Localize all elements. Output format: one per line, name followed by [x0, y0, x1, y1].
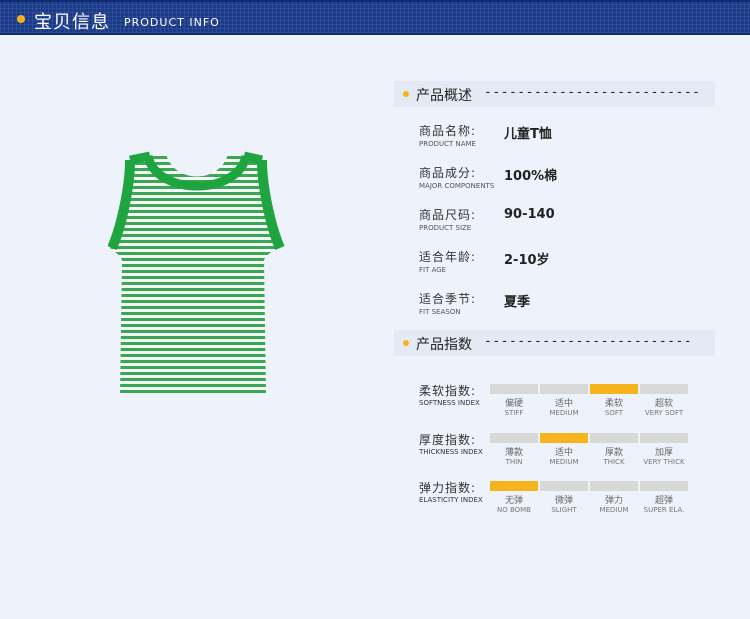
index-option-label-en: THICK	[603, 458, 625, 466]
header-subtitle: PRODUCT INFO	[124, 16, 220, 29]
index-option-label: 薄款	[504, 448, 523, 458]
index-option-label: 加厚	[654, 448, 673, 458]
index-option: 微弹 SLIGHT	[540, 481, 588, 515]
overview-title: 产品概述	[416, 88, 472, 104]
index-option-label-en: SLIGHT	[551, 506, 577, 514]
index-option-label-en: STIFF	[504, 409, 524, 417]
index-option: 适中 MEDIUM	[540, 384, 588, 418]
dashed-divider: -------------------------	[484, 334, 693, 349]
spec-value: 儿童T恤	[504, 127, 552, 142]
spec-label: 商品成分:	[419, 166, 477, 180]
index-option-label: 厚款	[604, 448, 623, 458]
index-option-label: 柔软	[604, 399, 623, 409]
index-option: 无弹 NO BOMB	[490, 481, 538, 515]
overview-section-heading: 产品概述 --------------------------	[394, 81, 715, 107]
index-option-label: 弹力	[604, 496, 623, 506]
dashed-divider: --------------------------	[484, 85, 701, 100]
spec-label: 商品名称:	[419, 124, 477, 138]
index-option-label: 微弹	[554, 496, 573, 506]
index-option-label: 适中	[554, 448, 573, 458]
index-option-label: 超软	[654, 399, 673, 409]
spec-label: 适合季节:	[419, 292, 477, 306]
index-option: 超弹 SUPER ELA.	[640, 481, 688, 515]
spec-value: 夏季	[504, 295, 531, 310]
header-title: 宝贝信息	[34, 12, 110, 33]
index-option-label: 偏硬	[504, 399, 523, 409]
index-option-label-en: SOFT	[604, 409, 624, 417]
bullet-dot-icon	[403, 340, 409, 346]
spec-row-season: 适合季节: FIT SEASON 夏季	[419, 290, 719, 320]
spec-row-size: 商品尺码: PRODUCT SIZE 90-140	[419, 206, 719, 236]
index-option-label-en: MEDIUM	[549, 458, 579, 466]
index-bar	[640, 384, 688, 394]
index-option: 薄款 THIN	[490, 433, 538, 467]
index-bar-selected	[490, 481, 538, 491]
spec-label: 商品尺码:	[419, 208, 477, 222]
index-option: 超软 VERY SOFT	[640, 384, 688, 418]
bullet-dot-icon	[17, 15, 25, 23]
index-bar	[540, 384, 588, 394]
spec-value: 90-140	[504, 207, 555, 222]
index-label: 厚度指数:	[419, 433, 477, 447]
index-row: 厚度指数: THICKNESS INDEX 薄款 THIN 适中 MEDIUM 厚款 THIC…	[419, 431, 719, 471]
index-row: 弹力指数: ELASTICITY INDEX 无弹 NO BOMB 微弹 SLIGHT 弹力…	[419, 479, 719, 519]
spec-label-en: MAJOR COMPONENTS	[419, 182, 495, 190]
index-option-label-en: MEDIUM	[599, 506, 629, 514]
index-label-en: THICKNESS INDEX	[419, 448, 483, 456]
index-option: 加厚 VERY THICK	[640, 433, 688, 467]
index-option-label-en: NO BOMB	[496, 506, 531, 514]
index-bar	[490, 384, 538, 394]
index-label: 弹力指数:	[419, 481, 477, 495]
spec-row-name: 商品名称: PRODUCT NAME 儿童T恤	[419, 122, 719, 152]
index-option-label: 无弹	[504, 496, 523, 506]
index-option-label-en: VERY THICK	[643, 458, 685, 466]
index-row: 柔软指数: SOFTNESS INDEX 偏硬 STIFF 适中 MEDIUM 柔软 SOFT…	[419, 382, 719, 422]
bullet-dot-icon	[403, 91, 409, 97]
index-option-label: 适中	[554, 399, 573, 409]
index-option-label-en: SUPER ELA.	[643, 506, 685, 514]
spec-value: 2-10岁	[504, 253, 550, 268]
spec-label-en: FIT AGE	[419, 266, 447, 274]
index-bar	[640, 433, 688, 443]
indices-title: 产品指数	[416, 337, 472, 353]
index-bar-selected	[590, 384, 638, 394]
index-bar	[540, 481, 588, 491]
index-option-label-en: VERY SOFT	[644, 409, 684, 417]
spec-row-components: 商品成分: MAJOR COMPONENTS 100%棉	[419, 164, 719, 194]
index-option-label-en: THIN	[505, 458, 523, 466]
index-option: 厚款 THICK	[590, 433, 638, 467]
index-option: 偏硬 STIFF	[490, 384, 538, 418]
index-option: 弹力 MEDIUM	[590, 481, 638, 515]
index-bar	[640, 481, 688, 491]
spec-label-en: FIT SEASON	[419, 308, 461, 316]
spec-value: 100%棉	[504, 169, 558, 184]
index-option-label-en: MEDIUM	[549, 409, 579, 417]
index-bar	[490, 433, 538, 443]
index-option-label: 超弹	[654, 496, 673, 506]
product-image	[108, 151, 285, 394]
spec-row-age: 适合年龄: FIT AGE 2-10岁	[419, 248, 719, 278]
index-label: 柔软指数:	[419, 384, 477, 398]
index-bar	[590, 433, 638, 443]
section-header-banner: 宝贝信息 PRODUCT INFO	[0, 0, 750, 35]
spec-label-en: PRODUCT NAME	[419, 140, 476, 148]
index-label-en: ELASTICITY INDEX	[419, 496, 483, 504]
index-bar	[590, 481, 638, 491]
index-option: 柔软 SOFT	[590, 384, 638, 418]
index-option: 适中 MEDIUM	[540, 433, 588, 467]
spec-label: 适合年龄:	[419, 250, 477, 264]
index-label-en: SOFTNESS INDEX	[419, 399, 480, 407]
index-bar-selected	[540, 433, 588, 443]
tank-top-icon	[108, 151, 285, 394]
indices-section-heading: 产品指数 -------------------------	[394, 330, 715, 356]
spec-label-en: PRODUCT SIZE	[419, 224, 472, 232]
